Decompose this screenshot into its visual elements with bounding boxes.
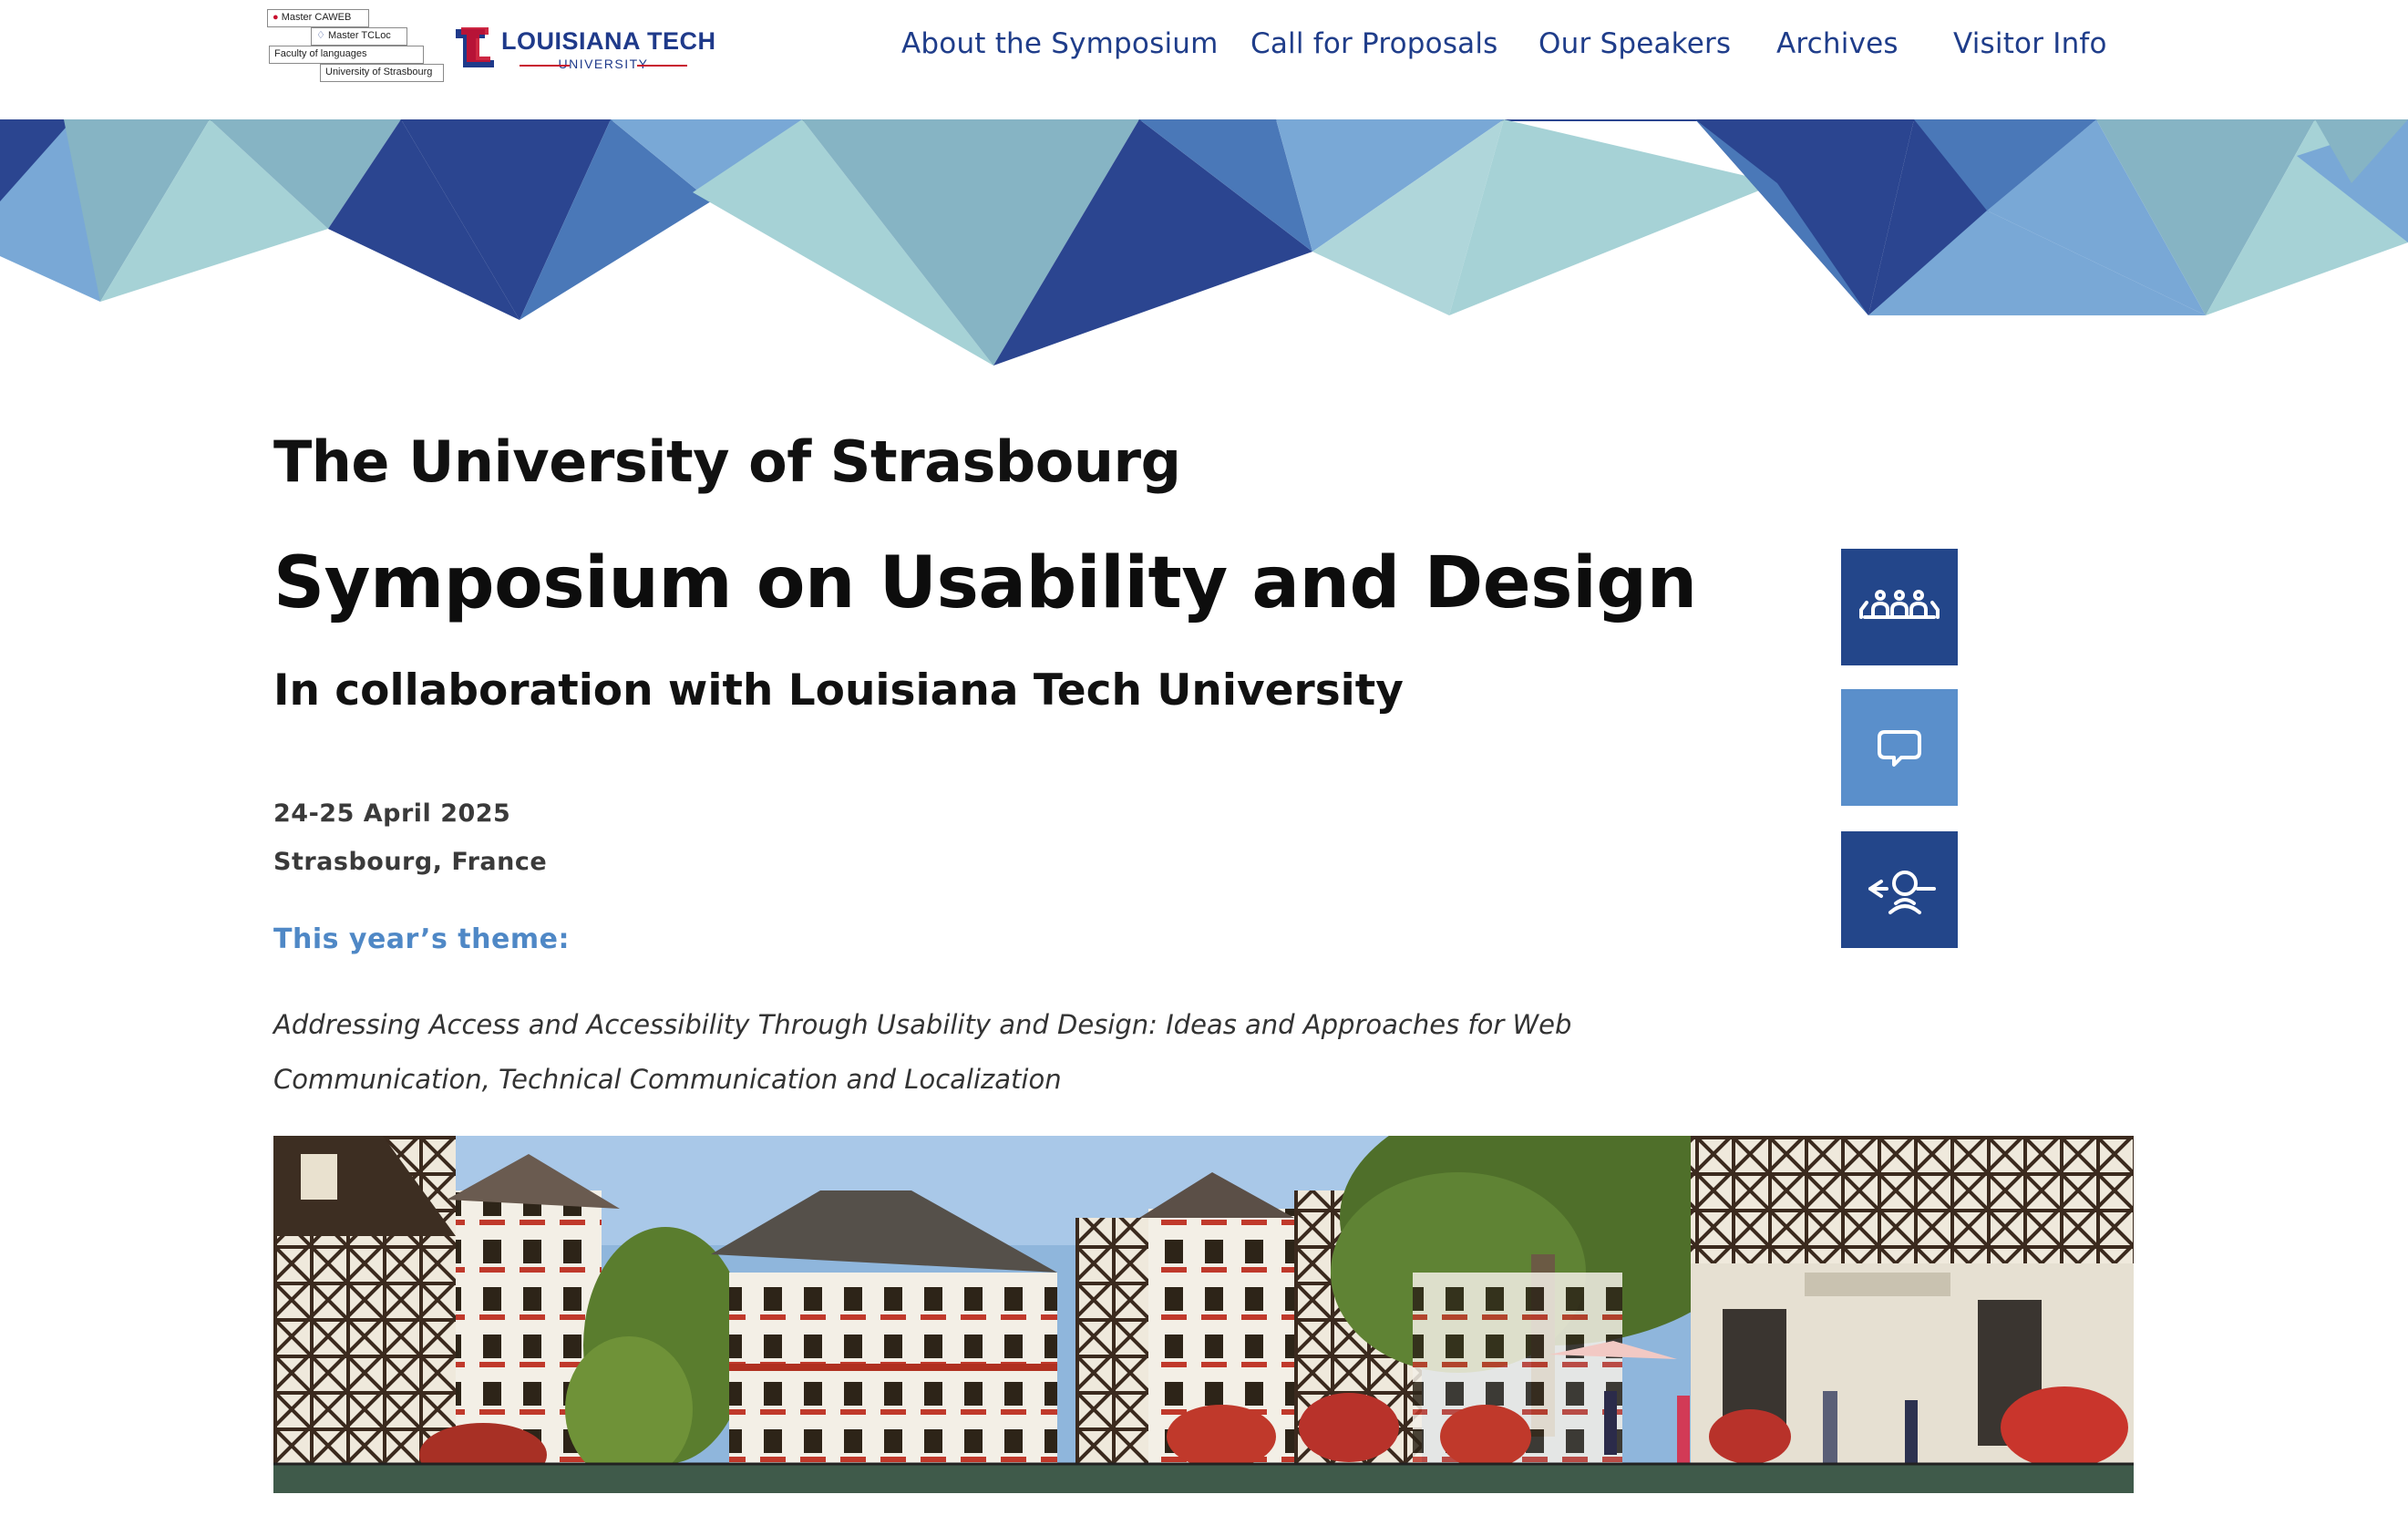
louisiana-tech-logo[interactable]: LOUISIANA TECH UNIVERSITY (454, 26, 715, 71)
nav-our-speakers[interactable]: Our Speakers (1538, 27, 1731, 60)
university-heading: The University of Strasbourg (273, 428, 1181, 495)
theme-text: Addressing Access and Accessibility Thro… (273, 1009, 1572, 1095)
geometric-banner (0, 119, 2408, 366)
collaboration-heading: In collaboration with Louisiana Tech Uni… (273, 665, 1404, 716)
page-title: Symposium on Usability and Design (273, 542, 1697, 624)
speaker-icon (1868, 871, 1936, 914)
strasbourg-logo[interactable]: ● Master CAWEB ♢ Master TCLoc Faculty of… (267, 9, 444, 86)
theme-label: This year’s theme: (273, 923, 570, 955)
latech-subtitle: UNIVERSITY (501, 57, 705, 71)
strasbourg-photo (273, 1136, 2134, 1493)
discussion-tile[interactable] (1841, 689, 1958, 806)
speaker-tile[interactable] (1841, 831, 1958, 948)
latech-name: LOUISIANA TECH (501, 27, 716, 55)
louisiana-tech-mark-icon (456, 27, 494, 67)
nav-visitor-info[interactable]: Visitor Info (1953, 27, 2107, 60)
nav-about[interactable]: About the Symposium (901, 27, 1219, 60)
site-header: ● Master CAWEB ♢ Master TCLoc Faculty of… (0, 0, 2408, 119)
nav-call-for-proposals[interactable]: Call for Proposals (1250, 27, 1498, 60)
speech-bubble-icon (1878, 730, 1921, 767)
audience-tile[interactable] (1841, 549, 1958, 665)
logo-line: ♢ Master TCLoc (311, 27, 407, 46)
logo-line: Faculty of languages (269, 46, 424, 64)
event-date: 24-25 April 2025 (273, 799, 511, 828)
event-location: Strasbourg, France (273, 848, 548, 876)
logo-line: University of Strasbourg (320, 64, 444, 82)
audience-icon (1859, 590, 1940, 619)
nav-archives[interactable]: Archives (1776, 27, 1899, 60)
logo-line: ● Master CAWEB (267, 9, 369, 27)
